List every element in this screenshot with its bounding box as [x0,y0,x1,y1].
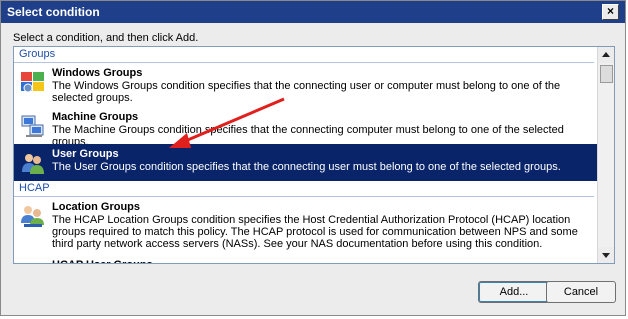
scroll-down-arrow-icon [602,253,610,258]
scroll-up-arrow-icon [602,52,610,57]
list-item-location-groups[interactable]: Location Groups The HCAP Location Groups… [14,197,598,255]
instruction-text: Select a condition, and then click Add. [13,32,199,44]
item-name: Machine Groups [52,111,139,123]
add-button[interactable]: Add... [478,281,550,303]
group-header-hcap: HCAP [14,181,594,197]
item-name: Location Groups [52,201,140,213]
item-description: The Windows Groups condition specifies t… [52,80,561,104]
vertical-scrollbar[interactable] [597,47,614,263]
dialog-title: Select condition [7,5,100,19]
list-item-machine-groups[interactable]: Machine Groups The Machine Groups condit… [14,107,598,148]
condition-list: Groups Windows Groups The Windows Groups… [14,47,598,263]
item-description: The HCAP Location Groups condition speci… [52,214,578,250]
item-description: The User Groups condition specifies that… [52,161,561,173]
select-condition-dialog: Select condition × Select a condition, a… [0,0,626,316]
list-item-user-groups[interactable]: User Groups The User Groups condition sp… [14,144,598,181]
condition-listbox[interactable]: Groups Windows Groups The Windows Groups… [13,46,615,264]
item-name: User Groups [52,148,119,160]
windows-groups-icon [21,72,44,93]
user-groups-icon [22,154,44,174]
list-item-hcap-user-groups[interactable]: HCAP User Groups [14,255,598,263]
close-button[interactable]: × [602,4,619,20]
list-item-windows-groups[interactable]: Windows Groups The Windows Groups condit… [14,63,598,107]
item-name: Windows Groups [52,67,143,79]
scroll-thumb[interactable] [600,65,613,83]
group-header-groups: Groups [14,47,594,63]
scroll-down-button[interactable] [598,247,614,263]
cancel-button[interactable]: Cancel [546,281,616,303]
title-bar[interactable]: Select condition × [1,1,625,23]
location-groups-icon [21,206,44,227]
machine-groups-icon [21,115,44,137]
scroll-up-button[interactable] [598,47,614,63]
